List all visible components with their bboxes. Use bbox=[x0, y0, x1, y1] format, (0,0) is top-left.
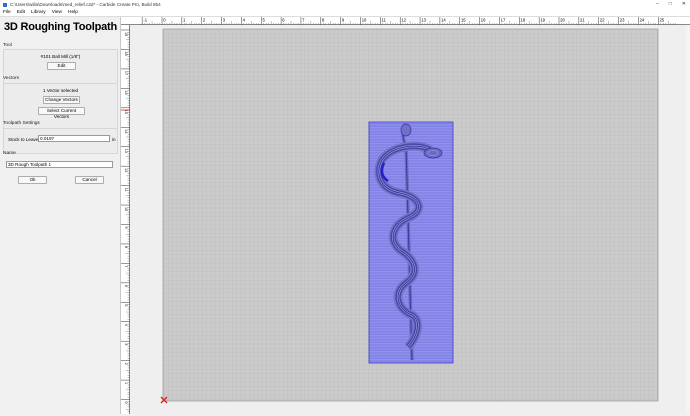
ruler-left-label: 15 bbox=[124, 110, 128, 114]
ruler-left-label: 14 bbox=[124, 129, 128, 133]
ruler-top-label: -1 bbox=[143, 18, 147, 23]
ruler-left-label: 18 bbox=[124, 51, 128, 55]
title-bar: C:\Users\willa\Downloads\med_relief.c2d*… bbox=[0, 0, 690, 9]
top-ruler-ticks: -1 0 1 2 3 4 5 6 7 8 9 10 11 12 13 14 15 16 17 18 19 20 21 22 23… bbox=[141, 17, 676, 25]
vector-status: 1 Vector selected bbox=[42, 88, 79, 93]
ruler-left-label: 19 bbox=[124, 32, 128, 36]
maximize-button[interactable]: □ bbox=[669, 1, 672, 7]
menu-file[interactable]: File bbox=[3, 10, 11, 15]
settings-box: Stock to Leave 0.0197 in bbox=[3, 128, 118, 154]
ruler-top-label: 1 bbox=[183, 18, 186, 23]
ruler-left-label: 10 bbox=[124, 207, 128, 211]
name-section-label: Name bbox=[3, 151, 16, 156]
ruler-top-label: 15 bbox=[461, 18, 466, 23]
ruler-top-label: 12 bbox=[401, 18, 406, 23]
ruler-top-label: 19 bbox=[540, 18, 545, 23]
ruler-top-label: 13 bbox=[421, 18, 426, 23]
ruler-left-label: 4 bbox=[124, 324, 128, 326]
vectors-section-label: Vectors bbox=[3, 76, 19, 81]
ruler-left-label: 6 bbox=[124, 285, 128, 287]
ok-button[interactable]: Ok bbox=[18, 176, 47, 184]
design-canvas-drawing bbox=[160, 28, 659, 404]
ruler-left-label: 0 bbox=[124, 402, 128, 404]
ruler-left-label: 11 bbox=[124, 188, 128, 192]
change-vectors-button[interactable]: Change Vectors bbox=[43, 96, 80, 104]
ruler-top-label: 4 bbox=[243, 18, 246, 23]
ruler-top-label: 3 bbox=[223, 18, 226, 23]
menu-view[interactable]: View bbox=[52, 10, 62, 15]
ruler-left-label: 13 bbox=[124, 149, 128, 153]
select-current-vectors-button[interactable]: Select Current Vectors bbox=[38, 107, 85, 119]
ruler-top-label: 11 bbox=[382, 18, 387, 23]
ruler-top-label: 25 bbox=[659, 18, 664, 23]
menu-help[interactable]: Help bbox=[68, 10, 78, 15]
ruler-top-label: 7 bbox=[302, 18, 305, 23]
top-ruler: -1 0 1 2 3 4 5 6 7 8 9 10 11 12 13 14 15 16 17 18 19 20 21 22 23… bbox=[121, 17, 690, 25]
ruler-top-label: 9 bbox=[342, 18, 345, 23]
ruler-top-label: 24 bbox=[640, 18, 645, 23]
ruler-top-label: 16 bbox=[481, 18, 486, 23]
window-title: C:\Users\willa\Downloads\med_relief.c2d*… bbox=[10, 2, 161, 7]
ruler-left-label: 5 bbox=[124, 304, 128, 306]
ruler-left-label: 7 bbox=[124, 265, 128, 267]
settings-section-label: Toolpath Settings bbox=[3, 121, 40, 126]
ruler-top-label: 14 bbox=[441, 18, 446, 23]
menu-edit[interactable]: Edit bbox=[17, 10, 25, 15]
toolpath-panel: 3D Roughing Toolpath Tool #101 Ball Mill… bbox=[0, 17, 121, 414]
minimize-button[interactable]: – bbox=[656, 1, 659, 7]
toolpath-name-input[interactable]: 3D Rough Toolpath 1 bbox=[6, 161, 113, 168]
ruler-top-label: 10 bbox=[362, 18, 367, 23]
carbide-create-icon bbox=[3, 2, 7, 7]
cancel-button[interactable]: Cancel bbox=[75, 176, 104, 184]
panel-title: 3D Roughing Toolpath bbox=[3, 21, 118, 33]
stock-to-leave-label: Stock to Leave bbox=[8, 137, 39, 142]
close-button[interactable]: ✕ bbox=[682, 1, 686, 7]
ruler-top-label: 21 bbox=[580, 18, 585, 23]
menu-library[interactable]: Library bbox=[31, 10, 46, 15]
vectors-box: 1 Vector selected Change Vectors Select … bbox=[3, 83, 118, 134]
ruler-left-label: 12 bbox=[124, 168, 128, 172]
ruler-left-label: 17 bbox=[124, 71, 128, 75]
tool-section-label: Tool bbox=[3, 43, 12, 48]
ruler-left-label: 1 bbox=[124, 382, 128, 384]
canvas-scrollbar[interactable] bbox=[686, 25, 690, 414]
stock-to-leave-input[interactable]: 0.0197 bbox=[38, 135, 110, 142]
ruler-top-label: 8 bbox=[322, 18, 325, 23]
ruler-top-label: 17 bbox=[501, 18, 506, 23]
left-ruler-ticks: 191817161514131211109876543210 bbox=[121, 29, 130, 412]
ruler-top-label: 0 bbox=[163, 18, 166, 23]
menu-bar: File Edit Library View Help bbox=[0, 9, 690, 17]
stock-unit-label: in bbox=[112, 137, 116, 142]
window-controls: – □ ✕ bbox=[656, 1, 686, 7]
ruler-top-label: 18 bbox=[521, 18, 526, 23]
ruler-top-label: 23 bbox=[620, 18, 625, 23]
ruler-top-label: 20 bbox=[560, 18, 565, 23]
ruler-top-label: 5 bbox=[262, 18, 265, 23]
ruler-top-label: 2 bbox=[203, 18, 206, 23]
ruler-left-label: 9 bbox=[124, 227, 128, 229]
ruler-top-label: 6 bbox=[282, 18, 285, 23]
ruler-left-label: 3 bbox=[124, 343, 128, 345]
ruler-top-label: 22 bbox=[600, 18, 605, 23]
left-ruler: 19 18 17 16 15 14 13 12 11 10 9 8 7 6 5 4 3 2 1 0 bbox=[121, 25, 130, 414]
toolpath-preview[interactable] bbox=[368, 121, 454, 364]
ruler-left-label: 8 bbox=[124, 246, 128, 248]
ruler-left-label: 16 bbox=[124, 90, 128, 94]
edit-tool-button[interactable]: Edit bbox=[47, 62, 76, 70]
tool-name: #101 Ball Mill (1/8") bbox=[40, 54, 81, 59]
ruler-left-label: 2 bbox=[124, 363, 128, 365]
